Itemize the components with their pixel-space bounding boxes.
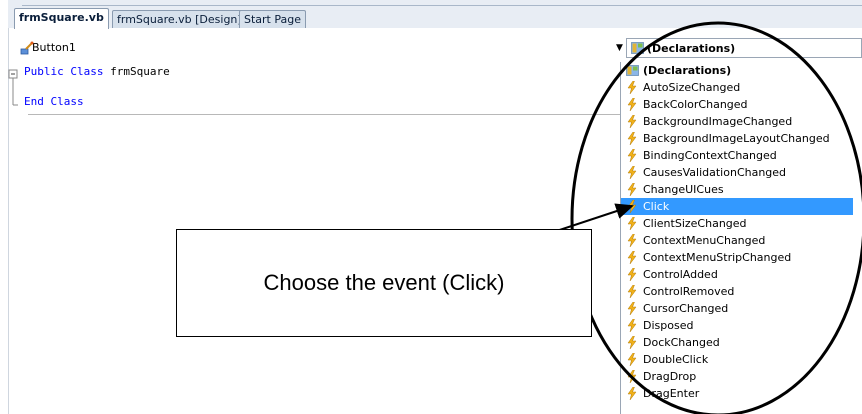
event-combo[interactable]: (Declarations) xyxy=(626,38,862,58)
event-lightning-icon xyxy=(627,81,637,94)
event-list-item[interactable]: CursorChanged xyxy=(621,300,853,317)
event-lightning-icon xyxy=(627,183,637,196)
event-lightning-icon xyxy=(627,166,637,179)
event-lightning-icon xyxy=(627,149,637,162)
code-line-end-class: End Class xyxy=(24,95,84,108)
event-list-item[interactable]: ControlRemoved xyxy=(621,283,853,300)
code-line-class-declaration: Public Class frmSquare xyxy=(24,64,170,79)
event-list-item-label: DockChanged xyxy=(643,336,720,349)
event-list-item-label: BindingContextChanged xyxy=(643,149,777,162)
event-list-item-label: ControlAdded xyxy=(643,268,718,281)
event-lightning-icon xyxy=(627,370,637,383)
event-lightning-icon xyxy=(627,285,637,298)
event-list-item[interactable]: BackgroundImageChanged xyxy=(621,113,853,130)
event-lightning-icon xyxy=(627,319,637,332)
button-control-icon xyxy=(20,41,34,55)
event-lightning-icon xyxy=(627,268,637,281)
event-lightning-icon xyxy=(627,251,637,264)
event-list-item-label: ControlRemoved xyxy=(643,285,735,298)
event-list-item-label: DoubleClick xyxy=(643,353,709,366)
tab-strip-line xyxy=(22,5,862,6)
declarations-icon xyxy=(631,42,644,54)
event-list-item[interactable]: DockChanged xyxy=(621,334,853,351)
event-list-item-label: BackgroundImageChanged xyxy=(643,115,793,128)
event-list-item[interactable]: ClientSizeChanged xyxy=(621,215,853,232)
tab-frmsquare-vb[interactable]: frmSquare.vb xyxy=(14,8,109,29)
event-list-item-label: ChangeUICues xyxy=(643,183,724,196)
event-list-item[interactable]: DragDrop xyxy=(621,368,853,385)
event-list-item[interactable]: ChangeUICues xyxy=(621,181,853,198)
code-navigation-bar: Button1 ▼ (Declarations) xyxy=(8,38,862,58)
event-list-item-label: Disposed xyxy=(643,319,694,332)
callout-text: Choose the event (Click) xyxy=(263,270,505,295)
event-list-item-label: DragDrop xyxy=(643,370,697,383)
event-lightning-icon xyxy=(627,217,637,230)
event-list-item[interactable]: DoubleClick xyxy=(621,351,853,368)
tab-frmsquare-design[interactable]: frmSquare.vb [Design] xyxy=(112,10,247,28)
event-list-item-label: Click xyxy=(643,200,670,213)
declarations-icon xyxy=(626,65,639,76)
event-lightning-icon xyxy=(627,353,637,366)
event-list-item-label: DragEnter xyxy=(643,387,700,400)
document-tab-strip: frmSquare.vb frmSquare.vb [Design] Start… xyxy=(8,0,862,29)
event-lightning-icon xyxy=(627,387,637,400)
procedure-separator xyxy=(28,114,623,115)
event-list-item-label: BackgroundImageLayoutChanged xyxy=(643,132,830,145)
event-lightning-icon xyxy=(627,132,637,145)
event-lightning-icon xyxy=(627,115,637,128)
object-combo[interactable]: Button1 xyxy=(14,38,626,58)
event-combo-value: (Declarations) xyxy=(647,42,736,55)
event-list-item[interactable]: BackgroundImageLayoutChanged xyxy=(621,130,853,147)
event-lightning-icon xyxy=(627,200,637,213)
event-list-item[interactable]: CausesValidationChanged xyxy=(621,164,853,181)
event-list-item[interactable]: Disposed xyxy=(621,317,853,334)
object-combo-value: Button1 xyxy=(32,41,76,54)
event-list-item[interactable]: ContextMenuChanged xyxy=(621,232,853,249)
event-list-item[interactable]: AutoSizeChanged xyxy=(621,79,853,96)
code-text[interactable]: Public Class frmSquare End Class xyxy=(24,64,170,109)
event-lightning-icon xyxy=(627,234,637,247)
event-list-item[interactable]: DragEnter xyxy=(621,385,853,402)
event-dropdown-list[interactable]: (Declarations) AutoSizeChanged BackColorCh… xyxy=(620,62,853,414)
event-list-item-label: CausesValidationChanged xyxy=(643,166,787,179)
class-name: frmSquare xyxy=(110,65,170,78)
event-lightning-icon xyxy=(627,302,637,315)
event-list-item-label: AutoSizeChanged xyxy=(643,81,741,94)
event-list-item-label: BackColorChanged xyxy=(643,98,748,111)
event-list-item[interactable]: BindingContextChanged xyxy=(621,147,853,164)
keyword-public-class: Public Class xyxy=(24,65,111,78)
event-list-item[interactable]: Click xyxy=(621,198,853,215)
outline-gutter xyxy=(8,69,18,106)
chevron-down-icon[interactable]: ▼ xyxy=(616,43,623,53)
event-list-item-label: ClientSizeChanged xyxy=(643,217,747,230)
event-list-item[interactable]: (Declarations) xyxy=(621,62,853,79)
event-list-item[interactable]: BackColorChanged xyxy=(621,96,853,113)
event-list-item-label: ContextMenuChanged xyxy=(643,234,766,247)
event-list-item[interactable]: ControlAdded xyxy=(621,266,853,283)
event-lightning-icon xyxy=(627,98,637,111)
event-list-item-label: ContextMenuStripChanged xyxy=(643,251,792,264)
callout-box: Choose the event (Click) xyxy=(176,229,592,337)
event-list-item-label: CursorChanged xyxy=(643,302,729,315)
event-list-item-label: (Declarations) xyxy=(643,64,732,77)
event-list-item[interactable]: ContextMenuStripChanged xyxy=(621,249,853,266)
tab-start-page[interactable]: Start Page xyxy=(239,10,306,28)
event-lightning-icon xyxy=(627,336,637,349)
